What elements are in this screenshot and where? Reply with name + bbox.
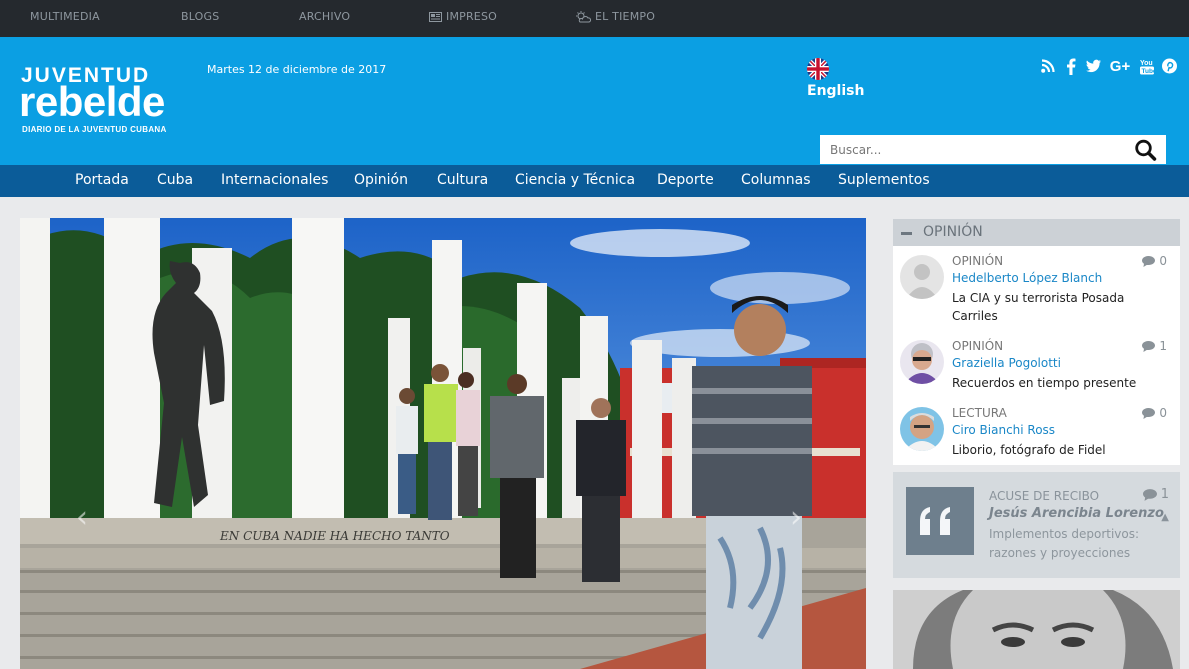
comment-count: 1 <box>1142 339 1167 353</box>
comment-icon <box>1142 488 1157 501</box>
rss-icon[interactable] <box>1040 57 1055 75</box>
opinion-widget-header[interactable]: OPINIÓN <box>893 219 1180 246</box>
slider-next-arrow[interactable]: › <box>790 500 802 535</box>
nav-item-columnas[interactable]: Columnas <box>741 172 811 188</box>
current-date: Martes 12 de diciembre de 2017 <box>207 63 387 76</box>
opinion-author-link[interactable]: Ciro Bianchi Ross <box>952 423 1055 437</box>
social-links: G+ YouTube <box>1040 57 1177 75</box>
opinion-title-link[interactable]: Recuerdos en tiempo presente <box>952 374 1172 392</box>
avatar <box>900 340 944 384</box>
collapse-icon[interactable] <box>901 232 912 235</box>
comment-icon <box>1142 340 1156 352</box>
pinterest-icon[interactable] <box>1162 57 1177 75</box>
language-switch-english[interactable]: English <box>807 83 864 99</box>
acuse-de-recibo-widget[interactable]: ACUSE DE RECIBO Jesús Arencibia Lorenzo … <box>893 472 1180 578</box>
opinion-title-link[interactable]: Liborio, fotógrafo de Fidel <box>952 441 1172 459</box>
avatar <box>900 255 944 299</box>
comment-count: 1 <box>1142 487 1169 502</box>
chevron-up-icon[interactable]: ▲ <box>1161 512 1169 523</box>
topbar-link-impreso[interactable]: IMPRESO <box>429 10 497 23</box>
newspaper-icon <box>429 11 442 22</box>
topbar-link-multimedia[interactable]: MULTIMEDIA <box>30 10 100 23</box>
opinion-widget: OPINIÓN OPINIÓN Hedelberto López Blanch … <box>893 219 1180 465</box>
weather-icon <box>576 10 591 22</box>
logo-main-text: rebelde <box>19 78 165 125</box>
opinion-item[interactable]: LECTURA Ciro Bianchi Ross Liborio, fotóg… <box>893 401 1180 471</box>
topbar-link-archivo[interactable]: ARCHIVO <box>299 10 350 23</box>
hero-slider[interactable]: EN CUBA NADIE HA HECHO TANTO ‹ › <box>20 218 866 669</box>
opinion-widget-title: OPINIÓN <box>923 224 983 240</box>
site-header: JUVENTUD rebelde DIARIO DE LA JUVENTUD C… <box>0 37 1189 165</box>
acuse-title-link[interactable]: Implementos deportivos: razones y proyec… <box>989 525 1169 563</box>
nav-item-suplementos[interactable]: Suplementos <box>838 172 930 188</box>
comment-icon <box>1142 255 1156 267</box>
youtube-icon[interactable]: YouTube <box>1139 57 1154 75</box>
google-plus-icon[interactable]: G+ <box>1109 57 1131 75</box>
quote-icon <box>906 487 974 555</box>
search-icon <box>1135 139 1157 161</box>
top-bar: MULTIMEDIA BLOGS ARCHIVO IMPRESO EL TIEM… <box>0 0 1189 37</box>
twitter-icon[interactable] <box>1086 57 1101 75</box>
nav-item-cultura[interactable]: Cultura <box>437 172 488 188</box>
main-nav: Portada Cuba Internacionales Opinión Cul… <box>0 165 1189 197</box>
opinion-title-link[interactable]: La CIA y su terrorista Posada Carriles <box>952 289 1172 325</box>
nav-item-cuba[interactable]: Cuba <box>157 172 193 188</box>
topbar-link-blogs[interactable]: BLOGS <box>181 10 219 23</box>
slider-prev-arrow[interactable]: ‹ <box>76 500 88 535</box>
facebook-icon[interactable] <box>1063 57 1078 75</box>
nav-item-opinion[interactable]: Opinión <box>354 172 408 188</box>
comment-count: 0 <box>1142 406 1167 420</box>
logo-tagline: DIARIO DE LA JUVENTUD CUBANA <box>22 125 167 134</box>
nav-item-portada[interactable]: Portada <box>75 172 129 188</box>
uk-flag-icon[interactable] <box>807 58 829 80</box>
svg-text:Tube: Tube <box>1141 68 1154 75</box>
opinion-category: OPINIÓN <box>952 254 1004 268</box>
topbar-link-el-tiempo[interactable]: EL TIEMPO <box>576 10 655 23</box>
opinion-category: LECTURA <box>952 406 1007 420</box>
acuse-category: ACUSE DE RECIBO <box>989 489 1100 503</box>
search-button[interactable] <box>1134 139 1158 161</box>
search-input[interactable] <box>820 135 1120 164</box>
opinion-item[interactable]: OPINIÓN Graziella Pogolotti Recuerdos en… <box>893 334 1180 404</box>
nav-item-internacionales[interactable]: Internacionales <box>221 172 328 188</box>
comment-count: 0 <box>1142 254 1167 268</box>
search-box <box>820 135 1166 164</box>
avatar <box>900 407 944 451</box>
nav-item-ciencia-y-tecnica[interactable]: Ciencia y Técnica <box>515 172 635 188</box>
opinion-item[interactable]: OPINIÓN Hedelberto López Blanch La CIA y… <box>893 249 1180 323</box>
svg-text:You: You <box>1140 60 1153 67</box>
comment-icon <box>1142 407 1156 419</box>
opinion-category: OPINIÓN <box>952 339 1004 353</box>
monument-inscription: EN CUBA NADIE HA HECHO TANTO <box>219 529 450 543</box>
opinion-author-link[interactable]: Graziella Pogolotti <box>952 356 1061 370</box>
hero-photo: EN CUBA NADIE HA HECHO TANTO <box>20 218 866 669</box>
nav-item-deporte[interactable]: Deporte <box>657 172 714 188</box>
acuse-author-link[interactable]: Jesús Arencibia Lorenzo <box>989 506 1164 521</box>
columnist-photo[interactable] <box>893 590 1180 669</box>
opinion-author-link[interactable]: Hedelberto López Blanch <box>952 271 1102 285</box>
